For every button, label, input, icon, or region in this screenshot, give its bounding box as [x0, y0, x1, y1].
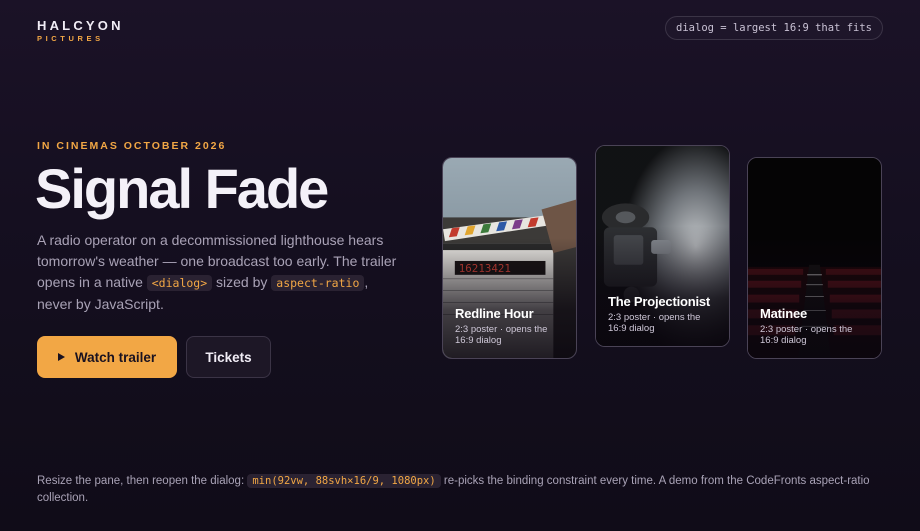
poster-info: Matinee 2:3 poster · opens the 16:9 dial… [760, 306, 873, 346]
dialog-sizing-badge: dialog = largest 16:9 that fits [665, 16, 883, 40]
desc-code-dialog: <dialog> [146, 275, 213, 291]
poster-info: The Projectionist 2:3 poster · opens the… [608, 294, 721, 334]
poster-title: Redline Hour [455, 306, 534, 321]
brand-subtitle: PICTURES [37, 34, 104, 43]
footer-code: min(92vw, 88svh×16/9, 1080px) [247, 474, 441, 488]
footer-note: Resize the pane, then reopen the dialog:… [37, 473, 887, 507]
footer-text-1: Resize the pane, then reopen the dialog: [37, 475, 248, 487]
brand-logo: HALCYON PICTURES [37, 18, 124, 43]
poster-card-the-projectionist[interactable]: The Projectionist 2:3 poster · opens the… [595, 145, 730, 347]
release-date-eyebrow: IN CINEMAS OCTOBER 2026 [37, 140, 227, 152]
poster-info: Redline Hour 2:3 poster · opens the 16:9… [455, 306, 568, 346]
poster-card-matinee[interactable]: Matinee 2:3 poster · opens the 16:9 dial… [747, 157, 882, 359]
poster-subtitle: 2:3 poster · opens the 16:9 dialog [608, 312, 701, 334]
brand-name: HALCYON [37, 18, 124, 33]
poster-title: Matinee [760, 306, 808, 321]
watch-trailer-label: Watch trailer [74, 349, 157, 365]
poster-title: The Projectionist [608, 294, 711, 309]
desc-code-aspect-ratio: aspect-ratio [271, 275, 365, 291]
tickets-button[interactable]: Tickets [186, 336, 271, 378]
poster-card-redline-hour[interactable]: 16213421 Redline Hour 2:3 poster · opens… [442, 157, 577, 359]
poster-subtitle: 2:3 poster · opens the 16:9 dialog [455, 324, 548, 346]
play-icon [57, 353, 65, 361]
hero-description: A radio operator on a decommissioned lig… [37, 230, 407, 315]
page-title: Signal Fade [35, 157, 329, 220]
desc-text-2: sized by [212, 274, 272, 290]
watch-trailer-button[interactable]: Watch trailer [37, 336, 177, 378]
poster-subtitle: 2:3 poster · opens the 16:9 dialog [760, 324, 853, 346]
